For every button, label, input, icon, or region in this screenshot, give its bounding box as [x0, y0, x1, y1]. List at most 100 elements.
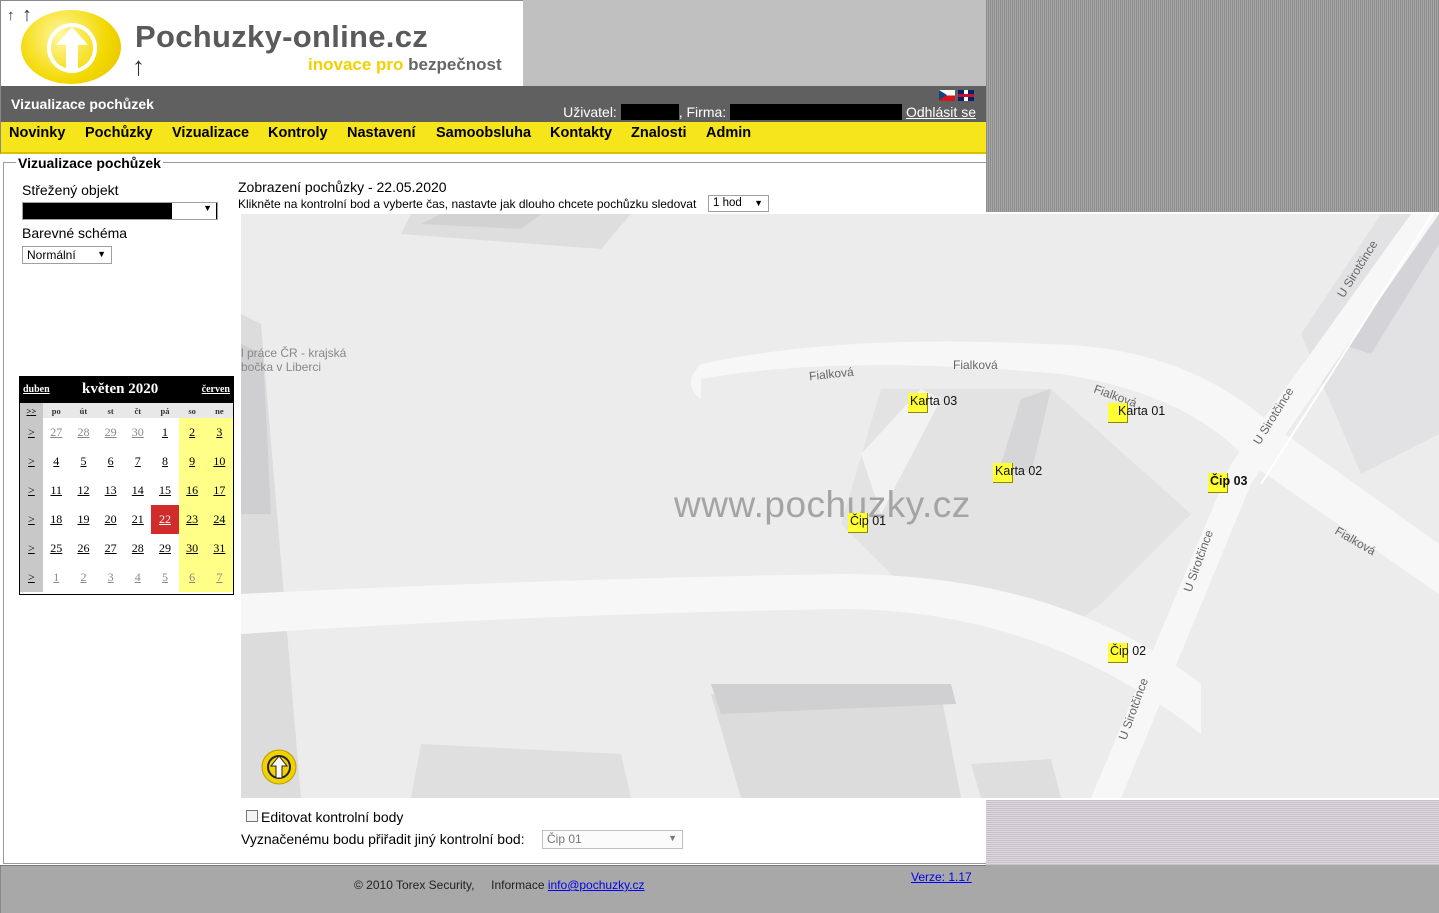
site-logo[interactable]: ↑ ↑ Pochuzky-online.cz ↑ inovace pro bez…	[0, 0, 523, 86]
street-label: Fialková	[953, 358, 998, 372]
chevron-down-icon: ▼	[172, 203, 216, 219]
logout-link[interactable]: Odhlásit se	[906, 104, 976, 120]
checkpoint-cip-02[interactable]: Čip 02	[1108, 643, 1168, 663]
calendar-week-select[interactable]: >	[20, 418, 43, 447]
menu-admin[interactable]: Admin	[706, 125, 751, 141]
user-info: Uživatel: , Firma: Odhlásit se	[563, 104, 976, 120]
footer-background	[986, 865, 1439, 913]
calendar-day[interactable]: 19	[70, 505, 97, 534]
checkpoint-karta-03[interactable]: Karta 03	[908, 393, 968, 413]
menu-samoobsluha[interactable]: Samoobsluha	[436, 125, 531, 141]
edit-checkpoints-checkbox[interactable]	[246, 810, 258, 822]
menu-vizualizace[interactable]: Vizualizace	[172, 125, 249, 141]
version-link[interactable]: Verze: 1.17	[911, 870, 972, 884]
calendar-day[interactable]: 28	[70, 418, 97, 447]
menu-kontakty[interactable]: Kontakty	[550, 125, 612, 141]
assign-select[interactable]: Čip 01 ▼	[542, 830, 683, 849]
calendar-day[interactable]: 6	[97, 447, 124, 476]
menu-pochuzky[interactable]: Pochůzky	[85, 125, 153, 141]
calendar-day[interactable]: 26	[70, 534, 97, 563]
checkpoint-cip-01[interactable]: Čip 01	[848, 513, 908, 533]
checkpoint-karta-01[interactable]: Karta 01	[1108, 403, 1168, 423]
building	[971, 759, 1061, 798]
czech-flag-icon[interactable]	[939, 90, 955, 101]
map[interactable]: Fialková Fialková Fialková Fialková U Si…	[241, 214, 1439, 798]
section-title: Vizualizace pochůzek	[16, 155, 163, 171]
firm-name-redacted	[730, 104, 903, 120]
calendar-day[interactable]: 11	[43, 476, 70, 505]
contact-email-link[interactable]: info@pochuzky.cz	[548, 878, 645, 892]
calendar-day[interactable]: 30	[178, 534, 206, 563]
calendar-day[interactable]: 12	[70, 476, 97, 505]
calendar-day[interactable]: 20	[97, 505, 124, 534]
calendar-day[interactable]: 30	[124, 418, 151, 447]
calendar-day[interactable]: 15	[151, 476, 178, 505]
duration-select[interactable]: 1 hod ▼	[708, 195, 769, 212]
duration-value: 1 hod	[713, 197, 742, 209]
calendar-day[interactable]: 16	[178, 476, 206, 505]
calendar-day[interactable]: 7	[124, 447, 151, 476]
poi-label: l práce ČR - krajská	[241, 346, 347, 360]
calendar-day[interactable]: 22	[151, 505, 179, 534]
calendar-day[interactable]: 24	[205, 505, 233, 534]
calendar-day[interactable]: 27	[43, 418, 70, 447]
scheme-select[interactable]: Normální ▼	[22, 246, 112, 264]
main-menu: Novinky Pochůzky Vizualizace Kontroly Na…	[0, 122, 986, 154]
calendar-day[interactable]: 2	[178, 418, 206, 447]
info-label: Informace	[491, 878, 545, 892]
calendar-day[interactable]: 23	[178, 505, 206, 534]
calendar-day[interactable]: 28	[124, 534, 151, 563]
calendar-week-select[interactable]: >	[20, 563, 43, 592]
calendar-day[interactable]: 3	[97, 563, 124, 592]
calendar-day[interactable]: 13	[97, 476, 124, 505]
calendar-day[interactable]: 6	[178, 563, 206, 592]
calendar-day[interactable]: 7	[205, 563, 233, 592]
calendar-week-column-header[interactable]: >>	[20, 403, 43, 418]
language-switcher	[939, 90, 977, 106]
calendar-day[interactable]: 9	[178, 447, 206, 476]
calendar-day[interactable]: 18	[43, 505, 70, 534]
calendar-week-select[interactable]: >	[20, 476, 43, 505]
calendar-day[interactable]: 17	[205, 476, 233, 505]
calendar-day[interactable]: 8	[151, 447, 178, 476]
calendar-week-select[interactable]: >	[20, 447, 43, 476]
calendar-day[interactable]: 1	[43, 563, 70, 592]
calendar-prev-month[interactable]: duben	[23, 384, 50, 395]
calendar-day[interactable]: 27	[97, 534, 124, 563]
firm-label: , Firma:	[678, 104, 727, 120]
calendar-day[interactable]: 4	[124, 563, 151, 592]
calendar-week-select[interactable]: >	[20, 534, 43, 563]
calendar-day[interactable]: 3	[205, 418, 233, 447]
chevron-down-icon: ▼	[754, 198, 763, 208]
calendar-day[interactable]: 31	[205, 534, 233, 563]
calendar-next-month[interactable]: červen	[202, 384, 230, 395]
map-logo-icon	[261, 749, 297, 785]
calendar-day[interactable]: 25	[43, 534, 70, 563]
menu-znalosti[interactable]: Znalosti	[631, 125, 687, 141]
calendar-week-select[interactable]: >	[20, 505, 43, 534]
weekday-header: st	[97, 403, 125, 418]
menu-kontroly[interactable]: Kontroly	[268, 125, 328, 141]
calendar-day[interactable]: 29	[97, 418, 124, 447]
calendar-day[interactable]: 5	[70, 447, 97, 476]
menu-novinky[interactable]: Novinky	[9, 125, 65, 141]
calendar-day[interactable]: 14	[124, 476, 151, 505]
page-title: Vizualizace pochůzek	[11, 96, 154, 112]
calendar-day[interactable]: 1	[151, 418, 178, 447]
checkpoint-karta-02[interactable]: Karta 02	[993, 463, 1053, 483]
calendar-day[interactable]: 5	[151, 563, 178, 592]
object-select[interactable]: ▼	[22, 202, 218, 220]
calendar-day[interactable]: 29	[151, 534, 178, 563]
english-flag-icon[interactable]	[958, 90, 974, 101]
instruction-text: Klikněte na kontrolní bod a vyberte čas,…	[238, 197, 697, 211]
menu-nastaveni[interactable]: Nastavení	[347, 125, 416, 141]
calendar-day[interactable]: 2	[70, 563, 97, 592]
calendar-header: duben květen 2020 červen	[20, 377, 233, 403]
calendar-day[interactable]: 10	[205, 447, 233, 476]
calendar-day[interactable]: 4	[43, 447, 70, 476]
edit-checkpoints-label: Editovat kontrolní body	[261, 809, 404, 825]
user-name-redacted	[620, 104, 679, 120]
calendar-day[interactable]: 21	[124, 505, 151, 534]
checkpoint-cip-03[interactable]: Čip 03	[1208, 473, 1268, 493]
weekday-header: so	[178, 403, 206, 418]
